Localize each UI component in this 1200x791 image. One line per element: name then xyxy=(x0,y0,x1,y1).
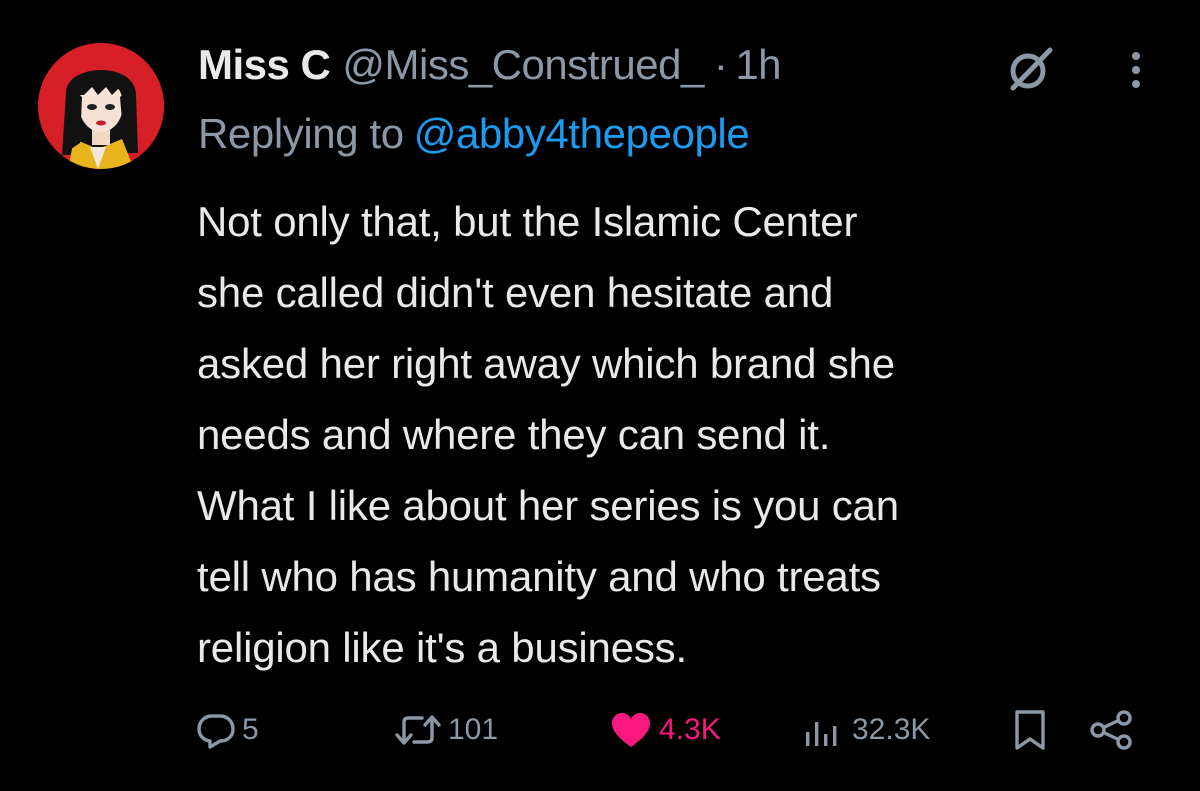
replying-to-handle[interactable]: @abby4thepeople xyxy=(414,110,750,157)
tweet-text-line: Not only that, but the Islamic Center xyxy=(197,198,858,245)
profile-avatar[interactable] xyxy=(38,43,164,169)
like-button[interactable]: 4.3K xyxy=(609,700,721,760)
tweet-text-line: religion like it's a business. xyxy=(197,624,687,671)
tweet-body: Not only that, but the Islamic Center sh… xyxy=(197,186,1157,683)
tweet-time[interactable]: 1h xyxy=(735,41,781,89)
views-count: 32.3K xyxy=(852,713,931,746)
repost-button[interactable]: 101 xyxy=(394,700,498,760)
tweet-text-line: tell who has humanity and who treats xyxy=(197,553,881,600)
tweet-text-line: What I like about her series is you can xyxy=(197,482,899,529)
header-separator: · xyxy=(713,41,728,88)
heart-icon xyxy=(612,713,650,747)
tweet-action-bar: 5 101 4.3K 32.3K xyxy=(0,700,1200,760)
share-button[interactable] xyxy=(1086,700,1138,760)
reply-button[interactable]: 5 xyxy=(196,700,259,760)
replying-to-line: Replying to @abby4thepeople xyxy=(198,110,750,164)
avatar-illustration xyxy=(38,43,164,169)
replying-to-label: Replying to xyxy=(198,110,404,157)
views-button[interactable]: 32.3K xyxy=(802,700,930,760)
repost-icon xyxy=(395,715,441,745)
share-icon xyxy=(1090,710,1132,750)
tweet-text-line: asked her right away which brand she xyxy=(197,340,895,387)
views-icon xyxy=(806,722,837,746)
bookmark-button[interactable] xyxy=(1010,700,1050,760)
repost-count: 101 xyxy=(448,713,499,746)
tweet-text-line: she called didn't even hesitate and xyxy=(197,269,834,316)
tweet-text-line: needs and where they can send it. xyxy=(197,411,831,458)
author-display-name[interactable]: Miss C xyxy=(198,41,331,89)
author-handle[interactable]: @Miss_Construed_ xyxy=(342,41,704,89)
like-count: 4.3K xyxy=(659,713,721,746)
tweet-header: Miss C @Miss_Construed_ · 1h xyxy=(198,38,782,92)
reply-count: 5 xyxy=(242,713,259,746)
reply-icon xyxy=(197,714,235,749)
more-icon[interactable] xyxy=(1124,48,1148,92)
bookmark-icon xyxy=(1015,710,1045,750)
grok-icon[interactable] xyxy=(1006,44,1056,94)
